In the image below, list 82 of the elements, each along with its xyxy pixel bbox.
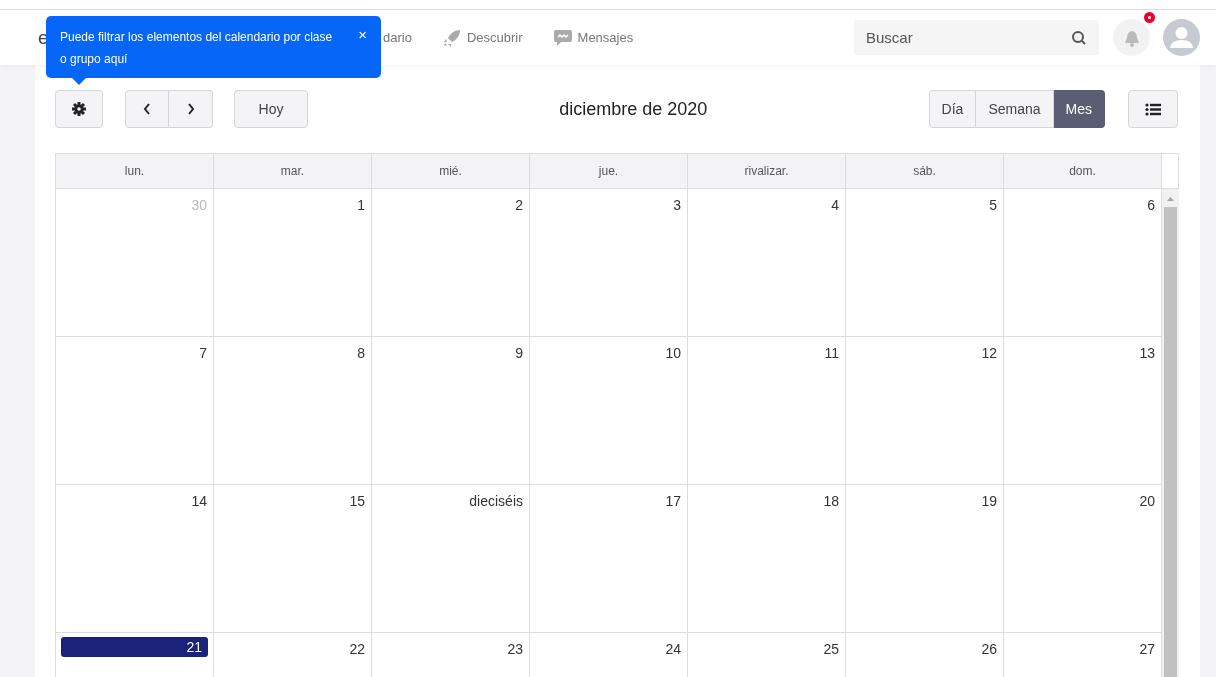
day-number: 22 [349, 640, 366, 657]
weekday-header: mar. [214, 154, 372, 189]
day-cell[interactable]: 4 [688, 189, 846, 336]
weekday-header: lun. [56, 154, 214, 189]
day-number: 3 [673, 196, 682, 213]
day-number: 11 [824, 344, 840, 361]
nav-link[interactable]: Descubrir [441, 27, 523, 48]
day-number: dieciséis [469, 492, 524, 509]
day-number: 15 [349, 492, 366, 509]
day-cell[interactable]: dieciséis [372, 485, 530, 632]
day-number: 18 [823, 492, 840, 509]
settings-button[interactable] [55, 90, 103, 128]
day-cell[interactable]: 18 [688, 485, 846, 632]
day-cell[interactable]: 26 [846, 633, 1004, 677]
day-number: 17 [665, 492, 682, 509]
weekday-header: jue. [530, 154, 688, 189]
view-tab[interactable]: Semana [976, 90, 1054, 128]
view-tab[interactable]: Mes [1053, 90, 1105, 128]
day-number: 10 [665, 344, 682, 361]
rocket-icon [441, 27, 462, 48]
day-cell[interactable]: 8 [214, 337, 372, 484]
day-cell[interactable]: 2 [372, 189, 530, 336]
weekday-header: sáb. [846, 154, 1004, 189]
day-cell[interactable]: 25 [688, 633, 846, 677]
view-tab[interactable]: Día [928, 90, 977, 128]
search-field[interactable]: Buscar [854, 20, 1099, 55]
day-number: 2 [515, 196, 524, 213]
day-cell[interactable]: 7 [56, 337, 214, 484]
nav-link[interactable]: Mensajes [552, 28, 634, 47]
avatar-icon[interactable] [1163, 19, 1200, 56]
day-number: 6 [1147, 196, 1156, 213]
tooltip-text: Puede filtrar los elementos del calendario por clase o grupo aquí [60, 30, 333, 66]
day-cell[interactable]: 5 [846, 189, 1004, 336]
day-number: 19 [981, 492, 998, 509]
day-number: 14 [191, 492, 208, 509]
day-cell[interactable]: 1 [214, 189, 372, 336]
nav-link[interactable]: dario [383, 30, 412, 45]
day-number: 25 [823, 640, 840, 657]
notification-button[interactable] [1113, 19, 1150, 56]
day-number: 27 [1139, 640, 1156, 657]
day-number: 13 [1139, 344, 1156, 361]
day-number: 7 [199, 344, 208, 361]
day-number: 8 [357, 344, 366, 361]
today-date: 21 [61, 637, 208, 657]
settings-icon [72, 102, 86, 116]
day-number: 5 [989, 196, 998, 213]
day-cell[interactable]: 11 [688, 337, 846, 484]
day-number: 1 [357, 196, 366, 213]
today-button[interactable]: Hoy [234, 90, 308, 128]
day-cell[interactable]: 23 [372, 633, 530, 677]
day-cell[interactable]: 14 [56, 485, 214, 632]
day-cell[interactable]: 17 [530, 485, 688, 632]
day-cell[interactable]: 10 [530, 337, 688, 484]
day-number: 30 [191, 196, 208, 213]
day-cell[interactable]: 9 [372, 337, 530, 484]
weekday-header: mié. [372, 154, 530, 189]
search-icon[interactable] [1071, 30, 1087, 46]
day-cell[interactable]: 3 [530, 189, 688, 336]
day-cell[interactable]: 12 [846, 337, 1004, 484]
day-cell[interactable]: 19 [846, 485, 1004, 632]
day-number: 20 [1139, 492, 1156, 509]
day-number: 12 [981, 344, 998, 361]
day-number: 23 [507, 640, 524, 657]
weekday-header: rivalizar. [688, 154, 846, 189]
day-number: 4 [831, 196, 840, 213]
calendar-title: diciembre de 2020 [558, 98, 709, 120]
close-button[interactable]: × [358, 24, 367, 46]
bell-icon [1122, 28, 1141, 47]
day-cell[interactable]: 22 [214, 633, 372, 677]
day-number: 24 [665, 640, 682, 657]
chat-icon [552, 28, 573, 47]
day-cell[interactable]: 15 [214, 485, 372, 632]
list-icon [1145, 102, 1161, 116]
next-button[interactable] [169, 90, 213, 128]
day-number: 26 [981, 640, 998, 657]
day-number: 9 [515, 344, 524, 361]
day-cell[interactable]: 21 [56, 633, 214, 677]
list-view-button[interactable] [1128, 90, 1178, 128]
day-cell[interactable]: 24 [530, 633, 688, 677]
previous-button[interactable] [125, 90, 169, 128]
chevron-right-icon [186, 103, 195, 115]
chevron-left-icon [143, 103, 151, 115]
